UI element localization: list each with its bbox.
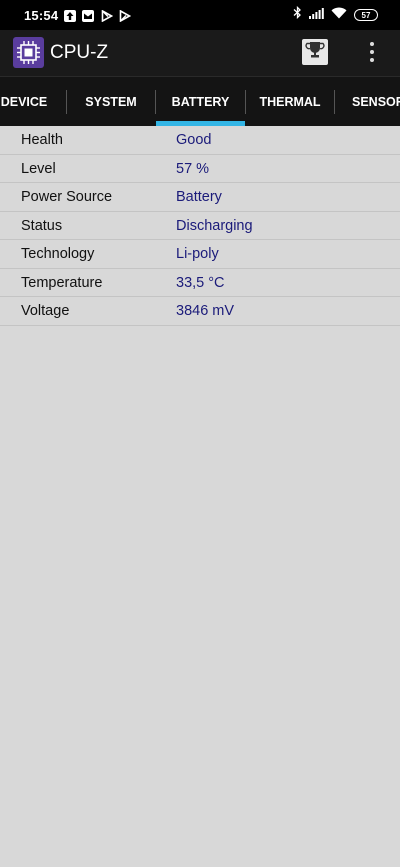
row-label: Health xyxy=(21,132,63,148)
list-item: Status Discharging xyxy=(0,212,400,240)
row-value: 57 % xyxy=(176,160,210,177)
status-time: 15:54 xyxy=(24,8,59,23)
tab-device[interactable]: DEVICE xyxy=(0,77,54,126)
upload-icon xyxy=(64,9,76,22)
row-value: Battery xyxy=(176,189,222,205)
trophy-button[interactable] xyxy=(302,39,328,65)
list-item: Level 57 % xyxy=(0,155,400,183)
tab-sensors[interactable]: SENSORS xyxy=(335,77,400,126)
cpu-chip-icon xyxy=(13,37,44,68)
list-item: Voltage 3846 mV xyxy=(0,297,400,326)
row-label: Power Source xyxy=(21,189,113,205)
tab-device-label: DEVICE xyxy=(0,95,48,109)
tab-thermal-label: THERMAL xyxy=(259,95,321,109)
list-item: Health Good xyxy=(0,126,400,155)
tab-bar: DEVICE SYSTEM BATTERY THERMAL SENSORS xyxy=(0,76,400,126)
wifi-icon xyxy=(331,6,347,24)
row-label: Level xyxy=(21,160,56,177)
list-item: Power Source Battery xyxy=(0,183,400,212)
battery-icon: 57 xyxy=(354,9,378,21)
bluetooth-icon xyxy=(293,5,302,24)
row-label: Status xyxy=(21,217,63,234)
mail-icon xyxy=(82,9,94,22)
tab-battery-label: BATTERY xyxy=(171,95,230,109)
overflow-menu-icon[interactable] xyxy=(362,39,382,65)
row-value: Li-poly xyxy=(176,246,219,262)
status-bar: 15:54 57 xyxy=(0,0,400,30)
signal-icon xyxy=(309,6,324,24)
tab-sensors-label: SENSORS xyxy=(352,95,400,109)
play-store-icon xyxy=(119,9,132,23)
row-label: Temperature xyxy=(21,274,103,291)
play-store-icon xyxy=(101,9,114,23)
app-title: CPU-Z xyxy=(50,42,109,63)
row-value: 33,5 °C xyxy=(176,274,225,291)
row-value: Discharging xyxy=(176,217,253,234)
row-value: Good xyxy=(176,132,212,148)
list-item: Temperature 33,5 °C xyxy=(0,269,400,297)
tab-system-label: SYSTEM xyxy=(85,95,137,109)
row-label: Voltage xyxy=(21,303,70,319)
battery-info-list: Health Good Level 57 % Power Source Batt… xyxy=(0,126,400,326)
status-icons: 57 xyxy=(293,5,378,24)
list-item: Technology Li-poly xyxy=(0,240,400,269)
row-value: 3846 mV xyxy=(176,303,235,319)
app-bar: CPU-Z xyxy=(0,30,400,76)
battery-level-text: 57 xyxy=(361,10,371,20)
tab-thermal[interactable]: THERMAL xyxy=(246,77,334,126)
row-label: Technology xyxy=(21,246,95,262)
tab-system[interactable]: SYSTEM xyxy=(67,77,155,126)
tab-battery[interactable]: BATTERY xyxy=(156,77,245,126)
trophy-icon xyxy=(305,40,325,65)
